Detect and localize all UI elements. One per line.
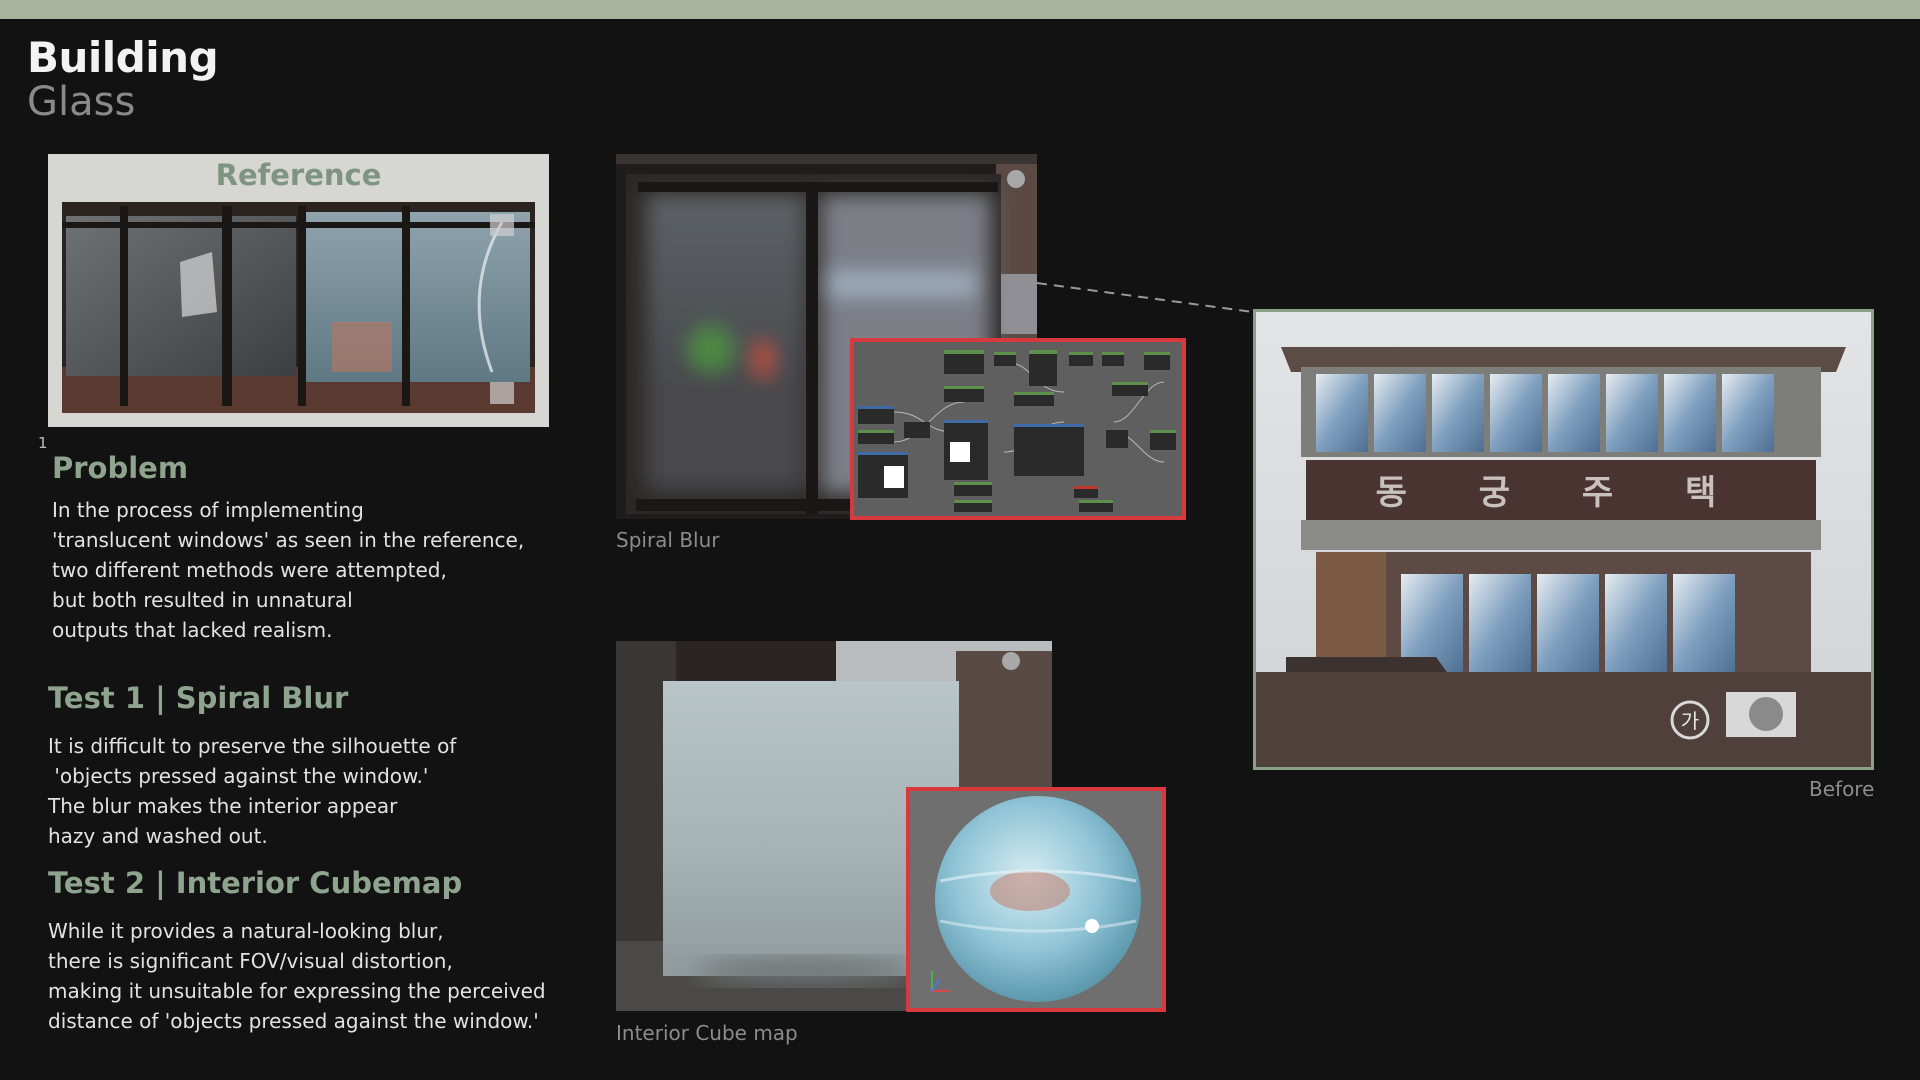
footnote-marker: 1 (38, 434, 48, 452)
connector-line (1036, 282, 1254, 313)
test2-line: distance of 'objects pressed against the… (48, 1009, 539, 1033)
test2-line: making it unsuitable for expressing the … (48, 979, 546, 1003)
top-accent-bar (0, 0, 1920, 19)
problem-line: 'translucent windows' as seen in the ref… (52, 528, 525, 552)
cubemap-sphere-preview (906, 787, 1166, 1012)
test2-line: there is significant FOV/visual distorti… (48, 949, 453, 973)
test1-heading: Test 1 | Spiral Blur (48, 681, 349, 715)
reference-card: Reference (48, 154, 549, 427)
reference-photo (62, 202, 535, 413)
test2-text: While it provides a natural-looking blur… (48, 916, 546, 1036)
spiral-blur-caption: Spiral Blur (616, 528, 720, 552)
problem-line: but both resulted in unnatural (52, 588, 353, 612)
before-caption: Before (1809, 777, 1875, 801)
page-title: Building (27, 33, 219, 82)
test1-text: It is difficult to preserve the silhouet… (48, 731, 456, 851)
problem-line: In the process of implementing (52, 498, 364, 522)
building-sign: 동 궁 주 택 (1376, 473, 1747, 513)
before-image: 동 궁 주 택 가 (1253, 309, 1874, 770)
problem-line: two different methods were attempted, (52, 558, 447, 582)
test2-heading: Test 2 | Interior Cubemap (48, 866, 463, 900)
test1-line: hazy and washed out. (48, 824, 268, 848)
test1-line: 'objects pressed against the window.' (48, 764, 429, 788)
test1-line: The blur makes the interior appear (48, 794, 398, 818)
problem-heading: Problem (52, 451, 189, 485)
cubemap-caption: Interior Cube map (616, 1021, 798, 1045)
ac-sign: 가 (1681, 709, 1699, 733)
test2-line: While it provides a natural-looking blur… (48, 919, 444, 943)
node-graph-image (850, 338, 1186, 520)
test1-line: It is difficult to preserve the silhouet… (48, 734, 457, 758)
page-subtitle: Glass (27, 79, 136, 125)
reference-label: Reference (215, 158, 382, 192)
problem-text: In the process of implementing 'transluc… (52, 495, 524, 645)
problem-line: outputs that lacked realism. (52, 618, 333, 642)
